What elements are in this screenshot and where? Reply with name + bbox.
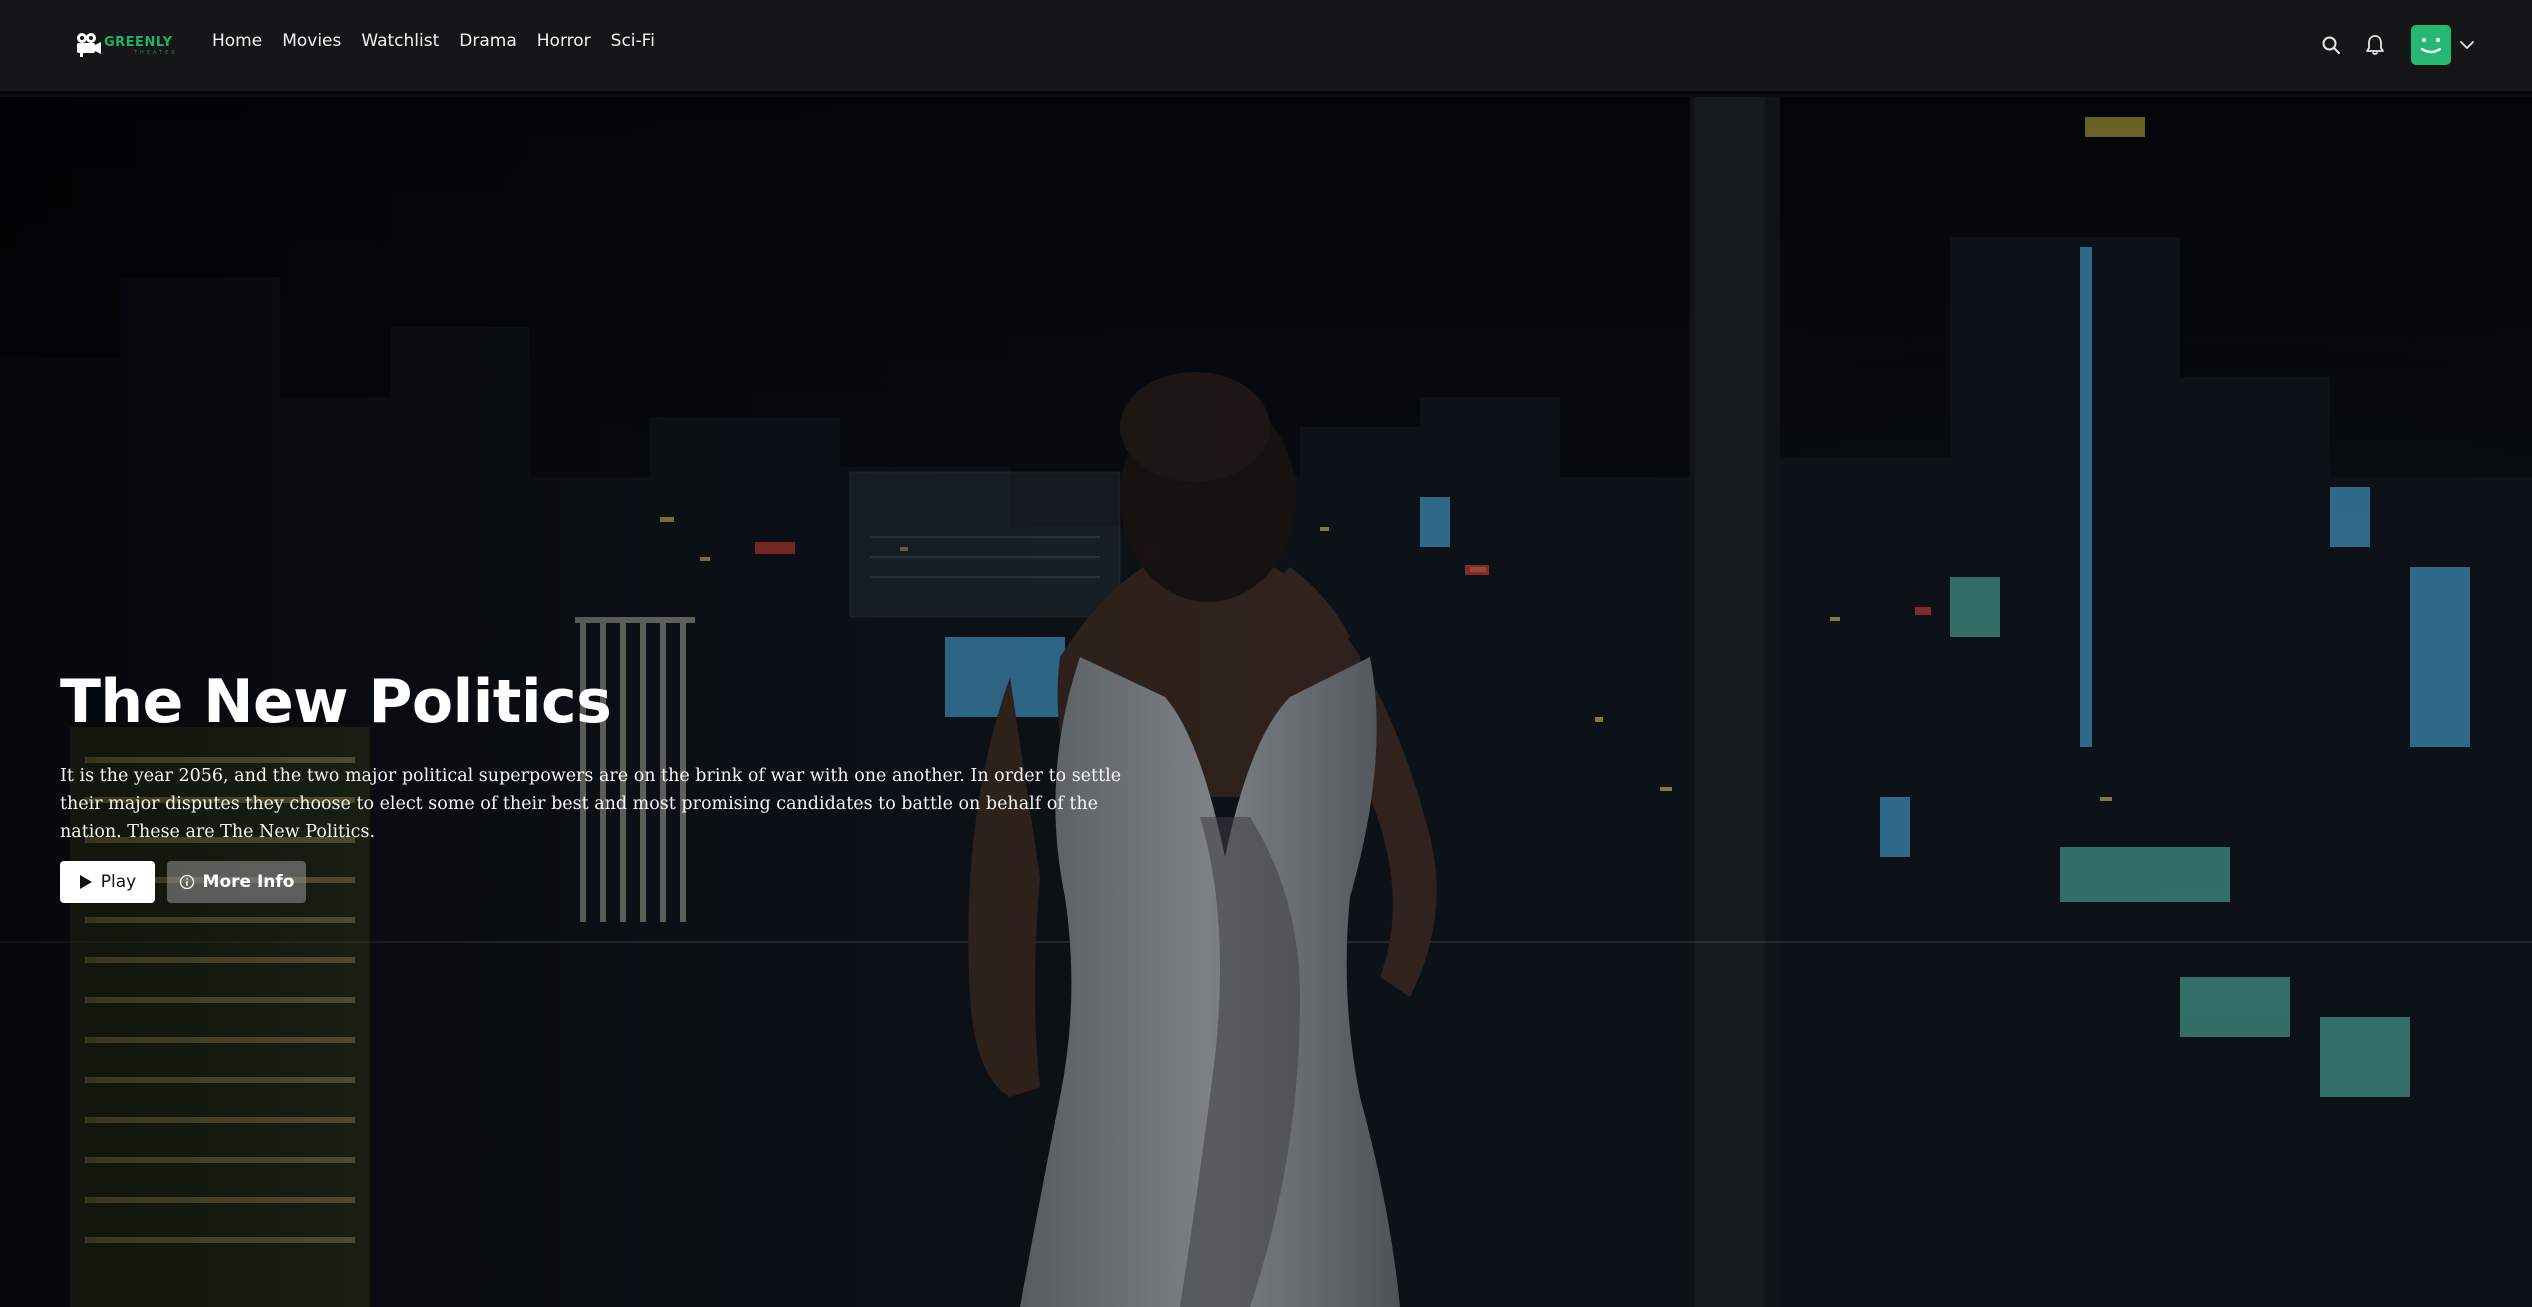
play-button[interactable]: Play <box>60 861 155 903</box>
hero-description: It is the year 2056, and the two major p… <box>60 766 1122 842</box>
more-info-button-label: More Info <box>202 872 295 892</box>
bell-icon[interactable] <box>2365 34 2385 56</box>
avatar[interactable] <box>2411 25 2451 65</box>
nav-sci-fi[interactable]: Sci-Fi <box>611 31 655 51</box>
nav-drama[interactable]: Drama <box>459 31 516 51</box>
play-icon <box>79 875 92 889</box>
hero-title: The New Politics <box>60 667 612 737</box>
nav-watchlist[interactable]: Watchlist <box>361 31 439 51</box>
info-icon <box>179 874 194 890</box>
hero-banner: The New Politics It is the year 2056, an… <box>0 97 2532 1307</box>
search-icon[interactable] <box>2321 35 2341 55</box>
play-button-label: Play <box>100 872 137 892</box>
brand-name: GREENLY <box>104 35 173 50</box>
more-info-button[interactable]: More Info <box>167 861 306 903</box>
nav-home[interactable]: Home <box>212 31 262 51</box>
top-navigation-bar: GREENLY THEATER Home Movies Watchlist Dr… <box>0 0 2532 94</box>
nav-horror[interactable]: Horror <box>537 31 591 51</box>
film-camera-icon <box>77 33 101 57</box>
brand-subtitle: THEATER <box>134 50 178 56</box>
main-navigation: Home Movies Watchlist Drama Horror Sci-F… <box>212 31 675 51</box>
nav-movies[interactable]: Movies <box>282 31 341 51</box>
smiley-face-icon <box>2420 38 2442 54</box>
brand-logo[interactable]: GREENLY THEATER <box>74 30 178 62</box>
chevron-down-icon[interactable] <box>2459 39 2475 51</box>
